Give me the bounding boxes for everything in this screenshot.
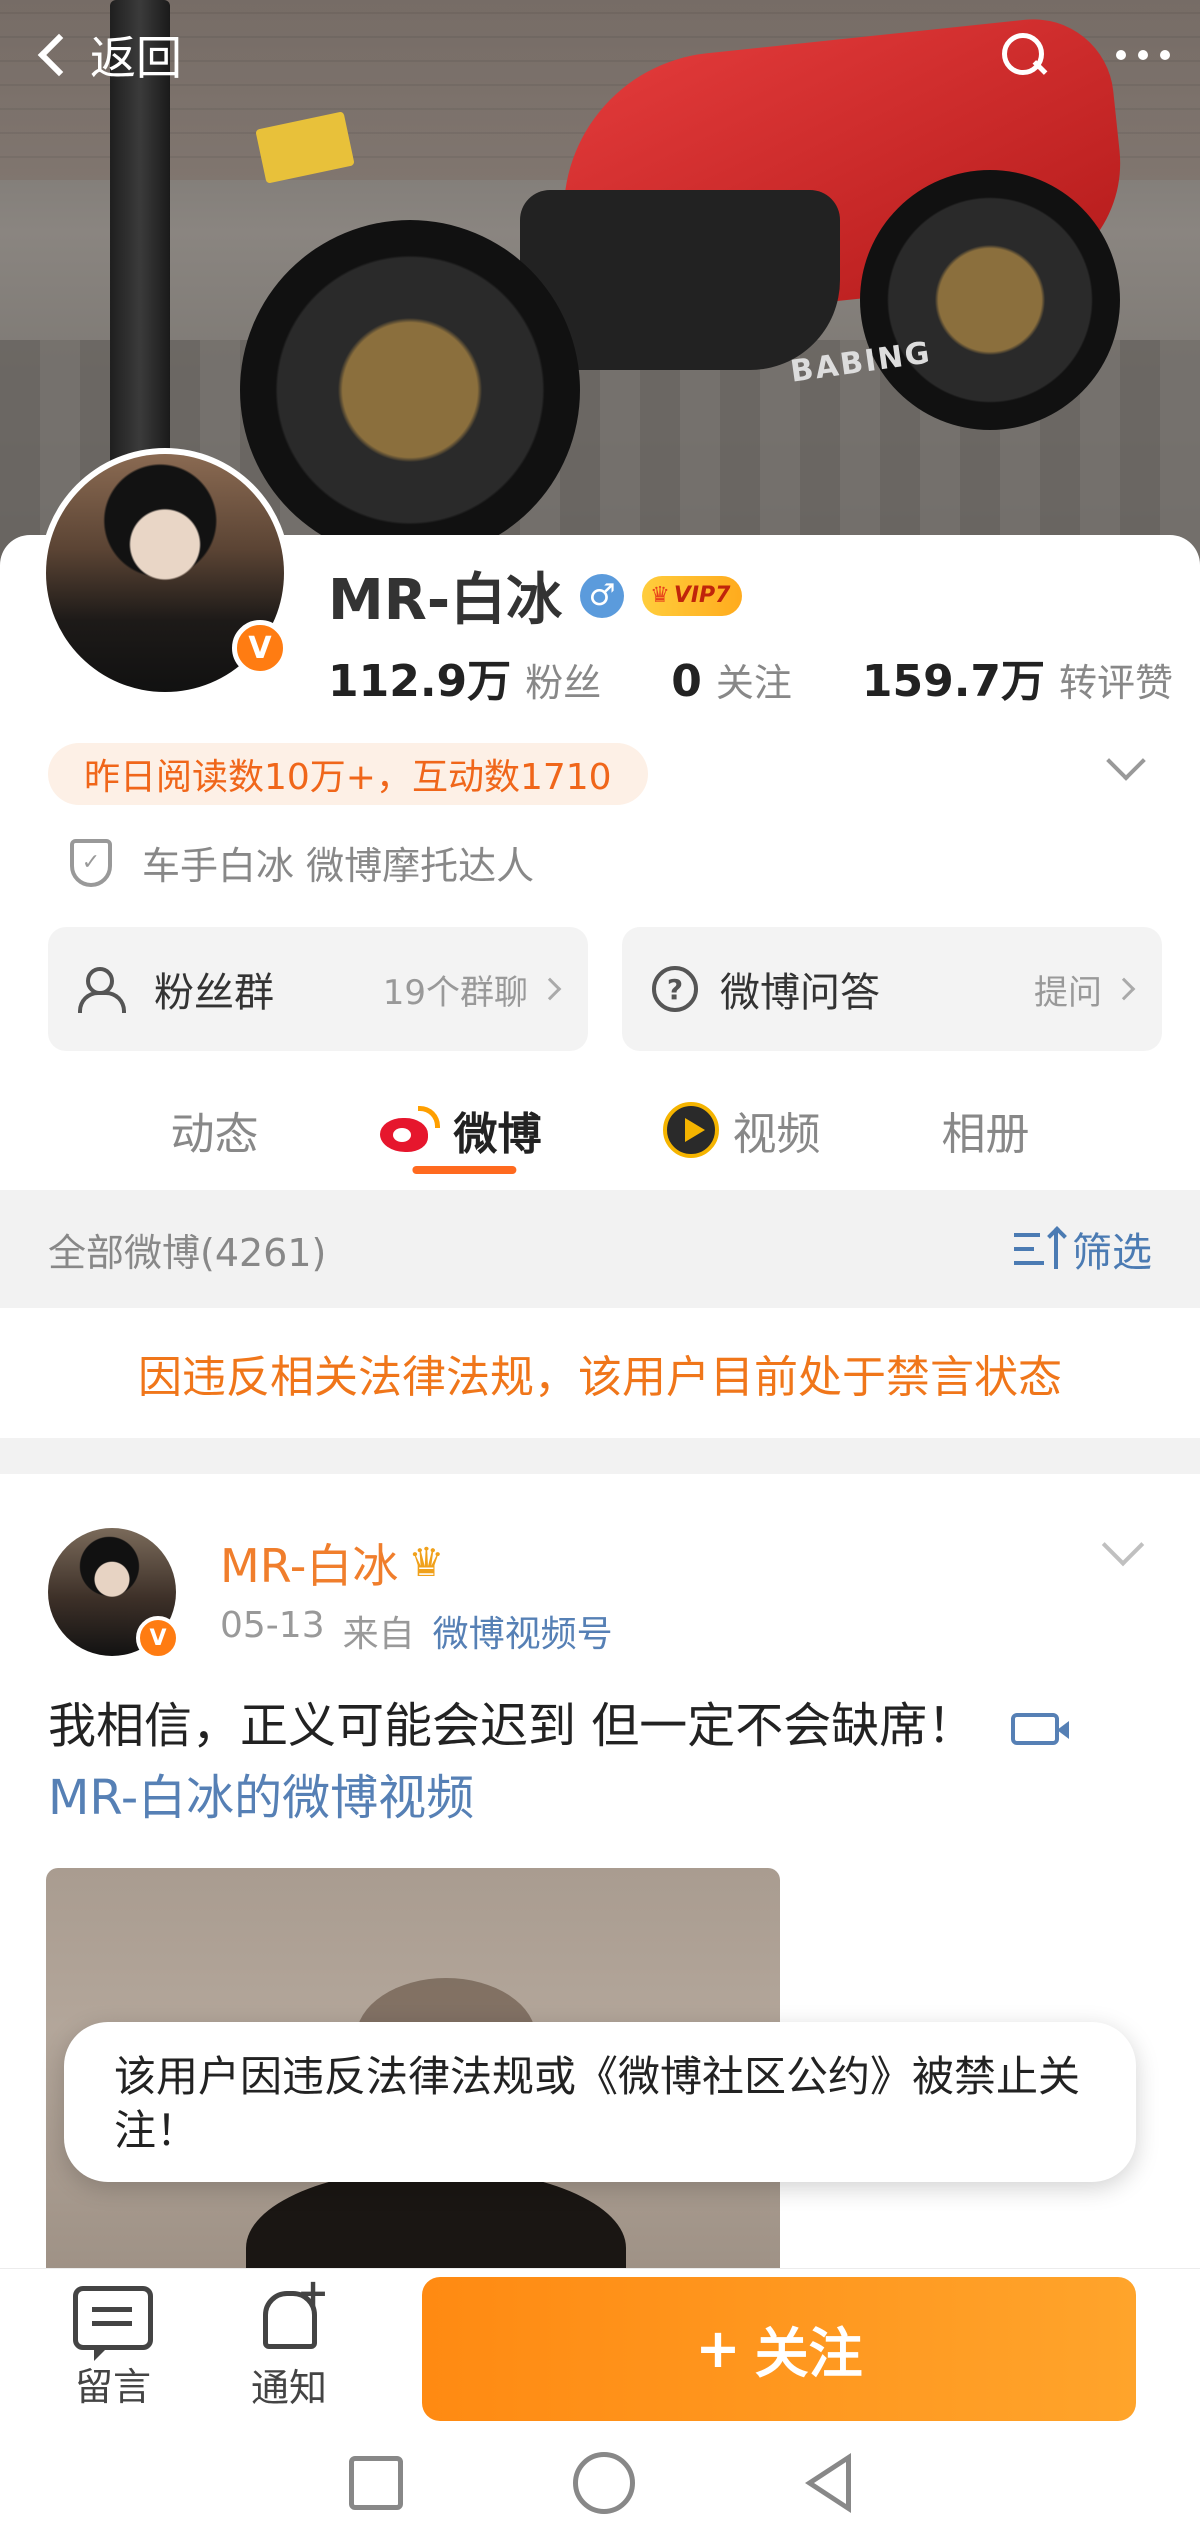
back-triangle-icon[interactable]: [805, 2453, 851, 2513]
post-meta: 05-13 来自 微博视频号: [220, 1605, 613, 1657]
post-date: 05-13: [220, 1605, 325, 1646]
stat-interactions[interactable]: 159.7万 转评赞: [862, 645, 1173, 709]
reading-stats-pill[interactable]: 昨日阅读数10万+，互动数1710: [48, 743, 648, 805]
chevron-down-icon[interactable]: [1106, 741, 1146, 781]
chevron-right-icon: [1112, 977, 1136, 1001]
fan-group-card[interactable]: 粉丝群 19个群聊: [48, 927, 588, 1051]
tab-dynamics[interactable]: 动态: [171, 1070, 259, 1190]
post-text: 我相信，正义可能会迟到 但一定不会缺席！: [48, 1698, 976, 1754]
profile-name: MR-白冰: [328, 568, 563, 633]
bottom-action-bar: 留言 通知 + 关注: [0, 2268, 1200, 2428]
crown-icon: ♛: [650, 583, 670, 608]
top-bar: 返回: [0, 0, 1200, 110]
home-icon[interactable]: [573, 2452, 635, 2514]
avatar[interactable]: V: [40, 448, 290, 698]
system-nav-bar: [0, 2428, 1200, 2538]
post-source[interactable]: 微博视频号: [433, 1605, 613, 1657]
plus-icon: +: [695, 2317, 741, 2380]
weibo-qa-card[interactable]: ? 微博问答 提问: [622, 927, 1162, 1051]
post-author-avatar[interactable]: V: [48, 1528, 180, 1660]
message-button[interactable]: 留言: [48, 2286, 178, 2411]
certification-text: 车手白冰 微博摩托达人: [142, 844, 535, 888]
chevron-left-icon: [37, 33, 81, 77]
search-icon[interactable]: [1002, 33, 1046, 77]
profile-stats: 112.9万 粉丝 0 关注 159.7万 转评赞: [328, 645, 1173, 709]
profile-tabs: 动态 微博 视频 相册: [0, 1070, 1200, 1190]
video-camera-icon: [1011, 1713, 1070, 1745]
tab-album[interactable]: 相册: [942, 1070, 1030, 1190]
crown-icon: ♛: [408, 1540, 445, 1586]
follow-button[interactable]: + 关注: [422, 2276, 1136, 2421]
shield-icon: ✓: [70, 838, 112, 887]
back-label: 返回: [90, 31, 182, 85]
post-from-label: 来自: [342, 1614, 415, 1655]
ban-notice: 因违反相关法律法规，该用户目前处于禁言状态: [138, 1352, 1062, 1403]
video-channel-icon: [662, 1102, 719, 1158]
post-body: 我相信，正义可能会迟到 但一定不会缺席！ MR-白冰的微博视频: [48, 1690, 1158, 1834]
chevron-right-icon: [538, 977, 562, 1001]
post-author-name[interactable]: MR-白冰: [220, 1530, 398, 1596]
certification-row: ✓ 车手白冰 微博摩托达人: [70, 835, 534, 890]
question-icon: ?: [652, 966, 698, 1012]
more-icon[interactable]: [1116, 50, 1170, 60]
filter-bar: 全部微博(4261) 筛选: [0, 1190, 1200, 1308]
group-icon: [78, 967, 132, 1013]
verified-v-icon: V: [232, 620, 288, 676]
tab-video[interactable]: 视频: [662, 1070, 821, 1190]
section-divider: [0, 1438, 1200, 1474]
stat-fans[interactable]: 112.9万 粉丝: [328, 645, 601, 709]
weibo-logo-icon: [379, 1106, 440, 1154]
male-icon: ♂: [580, 573, 625, 618]
post-menu-chevron-icon[interactable]: [1101, 1523, 1145, 1567]
post-video-link[interactable]: MR-白冰的微博视频: [48, 1770, 474, 1826]
message-icon: [73, 2286, 153, 2361]
vip-badge[interactable]: ♛ VIP7: [642, 575, 743, 616]
notify-button[interactable]: 通知: [224, 2271, 354, 2412]
post-count-label[interactable]: 全部微博(4261): [48, 1222, 326, 1277]
tab-weibo[interactable]: 微博: [379, 1070, 542, 1190]
stat-following[interactable]: 0 关注: [671, 652, 792, 707]
back-button[interactable]: 返回: [30, 22, 182, 88]
filter-icon: [1014, 1226, 1067, 1269]
bell-plus-icon: [257, 2271, 329, 2351]
verified-v-icon: V: [136, 1616, 180, 1660]
recent-apps-icon[interactable]: [349, 2456, 403, 2510]
filter-button[interactable]: 筛选: [1014, 1220, 1152, 1278]
toast-message: 该用户因违反法律法规或《微博社区公约》被禁止关注！: [64, 2022, 1136, 2182]
